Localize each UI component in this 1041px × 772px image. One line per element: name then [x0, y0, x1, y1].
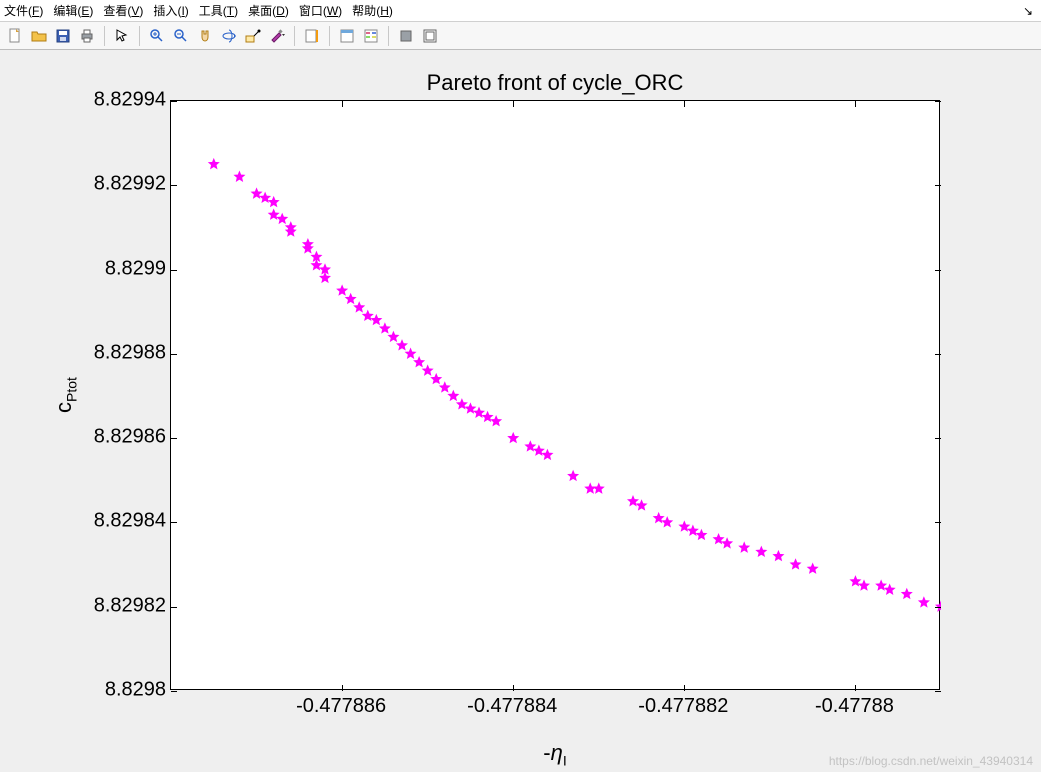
data-point-star: [808, 564, 818, 573]
data-point-star: [423, 366, 433, 375]
menu-tools[interactable]: 工具(T): [199, 2, 238, 19]
data-point-star: [491, 416, 501, 425]
chart-title: Pareto front of cycle_ORC: [170, 70, 940, 96]
toolbar-separator: [388, 26, 389, 46]
data-cursor-icon[interactable]: [242, 25, 264, 47]
data-point-star: [697, 530, 707, 539]
brush-icon[interactable]: [266, 25, 288, 47]
data-point-star: [585, 484, 595, 493]
insert-colorbar-icon[interactable]: [301, 25, 323, 47]
data-point-star: [389, 332, 399, 341]
menu-file[interactable]: 文件(F): [4, 2, 43, 19]
toolbar-separator: [329, 26, 330, 46]
data-point-star: [902, 589, 912, 598]
y-tick-label: 8.8298: [105, 679, 166, 702]
data-point-star: [791, 560, 801, 569]
y-tick-label: 8.82984: [94, 510, 166, 533]
y-tick-label: 8.8299: [105, 257, 166, 280]
show-tools-icon[interactable]: [419, 25, 441, 47]
data-point-star: [859, 581, 869, 590]
menu-insert[interactable]: 插入(I): [153, 2, 188, 19]
open-file-icon[interactable]: [28, 25, 50, 47]
data-point-star: [372, 315, 382, 324]
menubar: 文件(F) 编辑(E) 查看(V) 插入(I) 工具(T) 桌面(D) 窗口(W…: [0, 0, 1041, 22]
menu-edit[interactable]: 编辑(E): [53, 2, 93, 19]
pan-icon[interactable]: [194, 25, 216, 47]
data-point-star: [303, 244, 313, 253]
menu-desktop[interactable]: 桌面(D): [248, 2, 289, 19]
data-point-star: [397, 340, 407, 349]
data-point-star: [919, 598, 929, 607]
data-point-star: [269, 197, 279, 206]
menu-view[interactable]: 查看(V): [103, 2, 143, 19]
dock-fig-icon[interactable]: [336, 25, 358, 47]
data-point-star: [235, 172, 245, 181]
x-tick-label: -0.477886: [296, 695, 386, 718]
hide-tools-icon[interactable]: [395, 25, 417, 47]
save-icon[interactable]: [52, 25, 74, 47]
data-point-star: [440, 383, 450, 392]
new-file-icon[interactable]: [4, 25, 26, 47]
x-tick-label: -0.477882: [638, 695, 728, 718]
rotate3d-icon[interactable]: [218, 25, 240, 47]
data-point-star: [739, 543, 749, 552]
data-point-star: [568, 471, 578, 480]
x-tick-label: -0.47788: [815, 695, 894, 718]
data-point-star: [885, 585, 895, 594]
toolbar-separator: [294, 26, 295, 46]
data-point-star: [508, 433, 518, 442]
y-tick-label: 8.82994: [94, 89, 166, 112]
toolbar-separator: [139, 26, 140, 46]
zoom-in-icon[interactable]: [146, 25, 168, 47]
data-point-star: [277, 214, 287, 223]
watermark: https://blog.csdn.net/weixin_43940314: [829, 754, 1033, 768]
data-point-star: [774, 551, 784, 560]
y-tick-label: 8.82988: [94, 341, 166, 364]
menu-window[interactable]: 窗口(W): [299, 2, 342, 19]
data-point-star: [594, 484, 604, 493]
property-editor-icon[interactable]: [360, 25, 382, 47]
zoom-out-icon[interactable]: [170, 25, 192, 47]
data-point-star: [209, 159, 219, 168]
window-corner-icon[interactable]: ↘: [1023, 4, 1037, 18]
toolbar: [0, 22, 1041, 50]
y-tick-label: 8.82986: [94, 426, 166, 449]
y-tick-label: 8.82992: [94, 173, 166, 196]
y-tick-label: 8.82982: [94, 594, 166, 617]
toolbar-separator: [104, 26, 105, 46]
data-point-star: [414, 357, 424, 366]
x-tick-label: -0.477884: [467, 695, 557, 718]
data-point-star: [431, 374, 441, 383]
data-point-star: [346, 294, 356, 303]
data-point-star: [637, 501, 647, 510]
figure-canvas[interactable]: Pareto front of cycle_ORC cPtot 8.8298 8.…: [0, 50, 1041, 772]
pointer-icon[interactable]: [111, 25, 133, 47]
data-point-star: [337, 286, 347, 295]
y-axis-label: cPtot: [50, 100, 80, 690]
x-axis-label: -ηI: [170, 740, 940, 768]
axes-box[interactable]: [170, 100, 940, 690]
print-icon[interactable]: [76, 25, 98, 47]
menu-help[interactable]: 帮助(H): [352, 2, 393, 19]
data-point-star: [449, 391, 459, 400]
data-point-star: [543, 450, 553, 459]
data-point-star: [354, 303, 364, 312]
data-point-star: [380, 324, 390, 333]
data-point-star: [406, 349, 416, 358]
scatter-layer: [171, 101, 941, 691]
data-point-star: [757, 547, 767, 556]
data-point-star: [286, 227, 296, 236]
data-point-star: [722, 539, 732, 548]
data-point-star: [662, 517, 672, 526]
